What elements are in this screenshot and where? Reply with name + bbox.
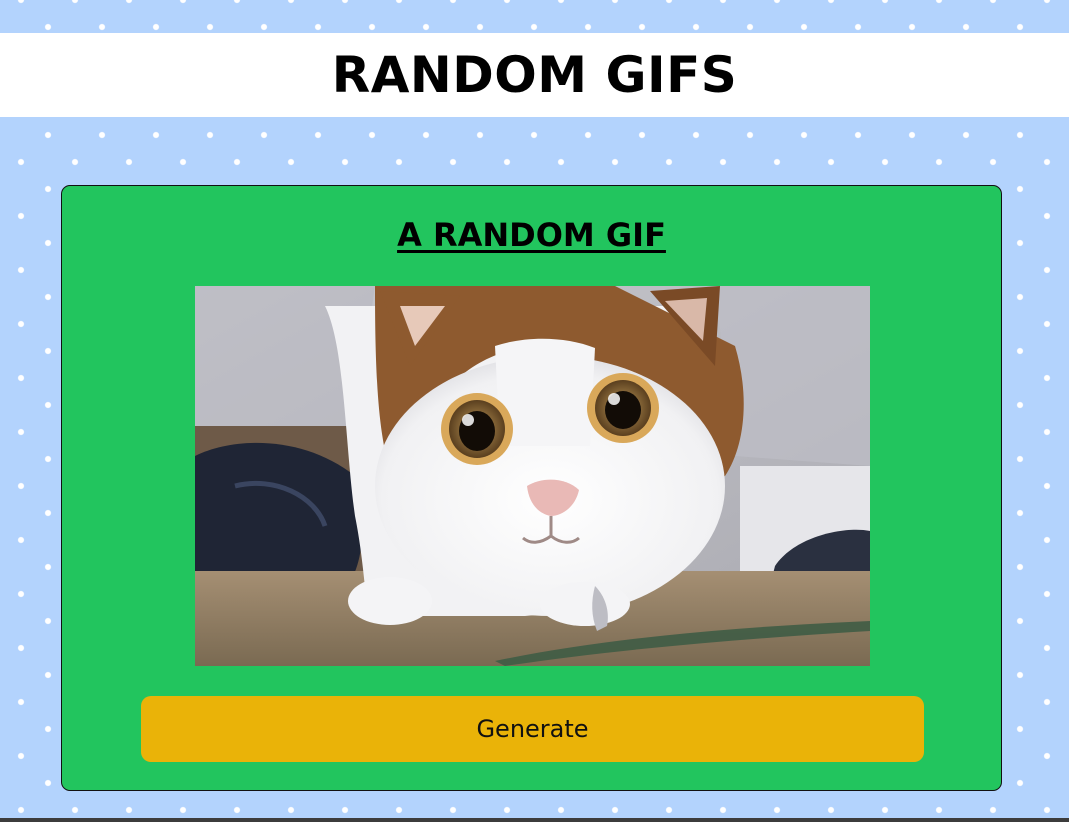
random-gif-image [195,286,870,666]
header-bar: RANDOM GIFS [0,33,1069,117]
page: { "header": { "title": "RANDOM GIFS" }, … [0,0,1069,822]
bottom-edge-divider [0,818,1069,822]
cat-right-paw [540,582,630,626]
cat-gif-illustration [195,286,870,666]
random-gif-card: A RANDOM GIF Generate [61,185,1002,791]
generate-button[interactable]: Generate [141,696,924,762]
page-title: RANDOM GIFS [331,46,738,104]
card-title: A RANDOM GIF [397,216,666,254]
bag-shape [195,442,363,586]
cat-left-paw [348,577,432,625]
